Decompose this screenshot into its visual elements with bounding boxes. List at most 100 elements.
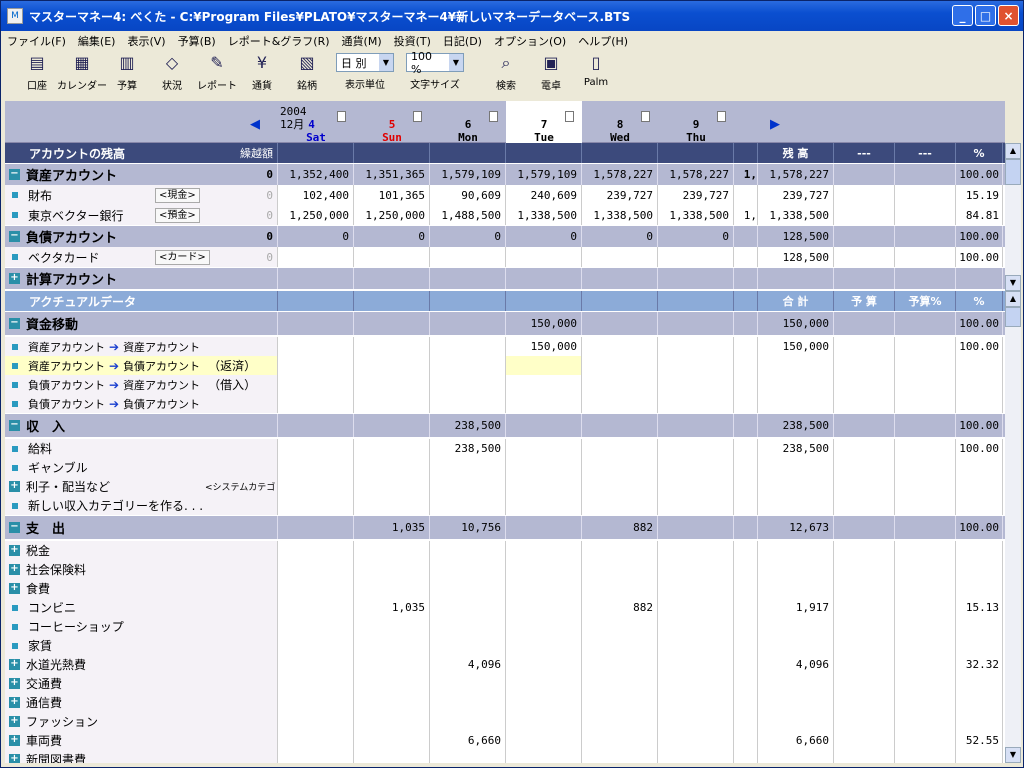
overflow-cell[interactable] — [734, 414, 758, 437]
value-cell[interactable] — [658, 458, 734, 477]
value-cell[interactable] — [278, 356, 354, 375]
sum-cell[interactable]: 12,673 — [758, 516, 834, 539]
expense-section-name[interactable]: − 支 出 — [5, 516, 278, 539]
extra-cell[interactable] — [895, 636, 956, 655]
value-cell[interactable] — [506, 247, 582, 267]
value-cell[interactable] — [506, 617, 582, 636]
extra-cell[interactable] — [834, 674, 895, 693]
overflow-cell[interactable] — [734, 439, 758, 458]
value-cell[interactable] — [430, 598, 506, 617]
value-cell[interactable]: 882 — [582, 598, 658, 617]
extra-cell[interactable] — [834, 731, 895, 750]
blank-cell[interactable] — [734, 291, 758, 311]
value-cell[interactable] — [430, 579, 506, 598]
value-cell[interactable]: 239,727 — [582, 185, 658, 205]
value-cell[interactable] — [658, 636, 734, 655]
extra-cell[interactable] — [895, 598, 956, 617]
extra-cell[interactable] — [834, 164, 895, 185]
percent-cell[interactable] — [956, 617, 1003, 636]
value-cell[interactable]: 1,488,500 — [430, 205, 506, 225]
extra-cell[interactable] — [834, 247, 895, 267]
value-cell[interactable] — [278, 458, 354, 477]
value-cell[interactable] — [354, 579, 430, 598]
percent-cell[interactable] — [956, 356, 1003, 375]
sum-cell[interactable] — [758, 458, 834, 477]
value-cell[interactable] — [506, 712, 582, 731]
percent-cell[interactable]: 15.19 — [956, 185, 1003, 205]
income-section-name[interactable]: − 収 入 — [5, 414, 278, 437]
menu-item[interactable]: 日記(D) — [443, 33, 482, 49]
value-cell[interactable] — [658, 693, 734, 712]
extra-cell[interactable] — [895, 394, 956, 413]
value-cell[interactable] — [278, 337, 354, 356]
category-name[interactable]: + 税金 — [5, 541, 278, 560]
overflow-cell[interactable] — [734, 674, 758, 693]
sum-cell[interactable]: 150,000 — [758, 337, 834, 356]
overflow-cell[interactable] — [734, 636, 758, 655]
category-name[interactable]: + 食費 — [5, 579, 278, 598]
value-cell[interactable] — [658, 496, 734, 515]
category-name[interactable]: + 新聞図書費 — [5, 750, 278, 763]
extra-cell[interactable] — [834, 226, 895, 247]
value-cell[interactable] — [430, 636, 506, 655]
value-cell[interactable] — [278, 712, 354, 731]
value-cell[interactable]: 1,338,500 — [658, 205, 734, 225]
value-cell[interactable] — [658, 394, 734, 413]
percent-cell[interactable]: 100.00 — [956, 337, 1003, 356]
category-name[interactable]: 新しい収入カテゴリーを作る. . . — [5, 496, 278, 515]
sum-cell[interactable] — [758, 712, 834, 731]
sum-cell[interactable] — [758, 394, 834, 413]
overflow-cell[interactable] — [734, 750, 758, 763]
value-cell[interactable] — [582, 750, 658, 763]
day-column-header[interactable]: 8 Wed — [582, 101, 658, 144]
diary-note-icon[interactable] — [337, 111, 346, 122]
extra-cell[interactable] — [834, 541, 895, 560]
collapse-icon[interactable]: − — [9, 522, 20, 533]
category-name[interactable]: 給料 — [5, 439, 278, 458]
value-cell[interactable] — [506, 636, 582, 655]
value-cell[interactable] — [658, 750, 734, 763]
sum-cell[interactable] — [758, 268, 834, 289]
value-cell[interactable] — [582, 693, 658, 712]
value-cell[interactable] — [278, 414, 354, 437]
value-cell[interactable] — [582, 674, 658, 693]
diary-note-icon[interactable] — [565, 111, 574, 122]
value-cell[interactable] — [278, 731, 354, 750]
extra-cell[interactable] — [895, 185, 956, 205]
extra-cell[interactable] — [834, 375, 895, 394]
value-cell[interactable] — [278, 541, 354, 560]
overflow-cell[interactable]: 1, — [734, 164, 758, 185]
extra-cell[interactable] — [834, 477, 895, 496]
value-cell[interactable] — [430, 268, 506, 289]
value-cell[interactable]: 239,727 — [658, 185, 734, 205]
value-cell[interactable]: 0 — [354, 226, 430, 247]
value-cell[interactable]: 1,035 — [354, 598, 430, 617]
category-name[interactable]: 家賃 — [5, 636, 278, 655]
extra-cell[interactable] — [834, 560, 895, 579]
extra-cell[interactable] — [895, 164, 956, 185]
category-name[interactable]: + 通信費 — [5, 693, 278, 712]
overflow-cell[interactable] — [734, 655, 758, 674]
chevron-down-icon[interactable]: ▼ — [449, 54, 463, 71]
status-button[interactable]: ◇ 状況 — [150, 53, 194, 92]
value-cell[interactable] — [430, 394, 506, 413]
transfer-name[interactable]: 負債アカウント ➔ 負債アカウント — [5, 394, 278, 413]
blank-cell[interactable] — [582, 143, 658, 163]
sum-cell[interactable]: 238,500 — [758, 414, 834, 437]
value-cell[interactable] — [506, 375, 582, 394]
extra-cell[interactable] — [895, 458, 956, 477]
sum-cell[interactable]: 128,500 — [758, 247, 834, 267]
value-cell[interactable] — [506, 579, 582, 598]
value-cell[interactable] — [506, 477, 582, 496]
column-header[interactable]: 残 高 — [758, 143, 834, 163]
percent-cell[interactable]: 100.00 — [956, 439, 1003, 458]
extra-cell[interactable] — [834, 712, 895, 731]
overflow-cell[interactable] — [734, 579, 758, 598]
value-cell[interactable] — [506, 541, 582, 560]
value-cell[interactable] — [582, 496, 658, 515]
transfer-name[interactable]: 負債アカウント ➔ 資産アカウント （借入） — [5, 375, 278, 394]
value-cell[interactable] — [278, 598, 354, 617]
value-cell[interactable] — [658, 439, 734, 458]
value-cell[interactable] — [658, 617, 734, 636]
day-column-header[interactable]: 5 Sun — [354, 101, 430, 144]
